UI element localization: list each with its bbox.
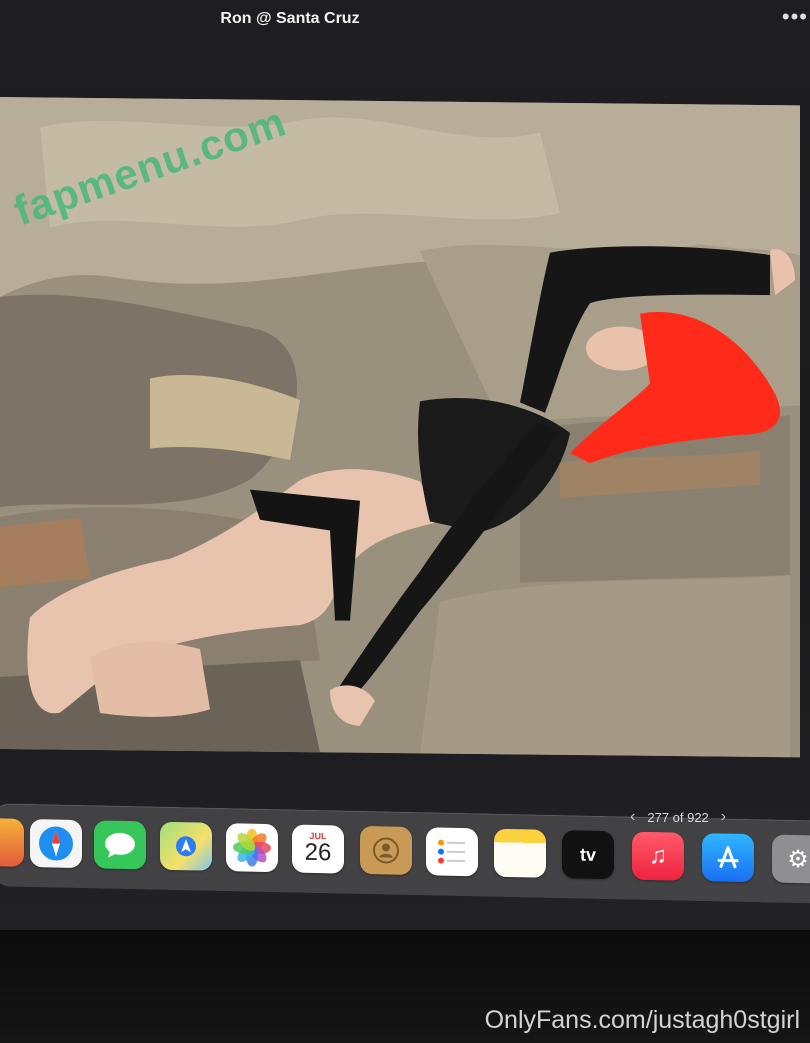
app-store-icon[interactable] (702, 833, 754, 883)
notes-icon[interactable] (494, 828, 546, 878)
music-icon[interactable]: ♫ (632, 831, 684, 881)
display-bezel: OnlyFans.com/justagh0stgirl (0, 930, 810, 1043)
apple-tv-label: tv (579, 844, 596, 865)
safari-icon[interactable] (30, 818, 82, 869)
ellipsis-icon[interactable]: ••• (782, 4, 808, 30)
maps-icon[interactable] (160, 821, 212, 871)
launchpad-icon[interactable] (0, 817, 24, 867)
apple-tv-icon[interactable]: tv (562, 830, 614, 880)
reminders-icon[interactable] (426, 827, 478, 877)
calendar-day: 26 (304, 838, 332, 867)
title-bar: Ron @ Santa Cruz ••• (0, 0, 810, 90)
photos-app-window: Ron @ Santa Cruz ••• fapmenu.com ‹ 277 o… (0, 0, 810, 930)
dock: JUL 26 tv ♫ ⚙ (0, 803, 810, 904)
calendar-icon[interactable]: JUL 26 (292, 824, 344, 874)
contacts-icon[interactable] (360, 825, 412, 875)
messages-icon[interactable] (94, 820, 146, 870)
window-title: Ron @ Santa Cruz (220, 10, 360, 27)
system-settings-icon[interactable]: ⚙ (772, 834, 810, 884)
onlyfans-watermark: OnlyFans.com/justagh0stgirl (484, 1006, 800, 1034)
photos-icon[interactable] (226, 823, 278, 873)
